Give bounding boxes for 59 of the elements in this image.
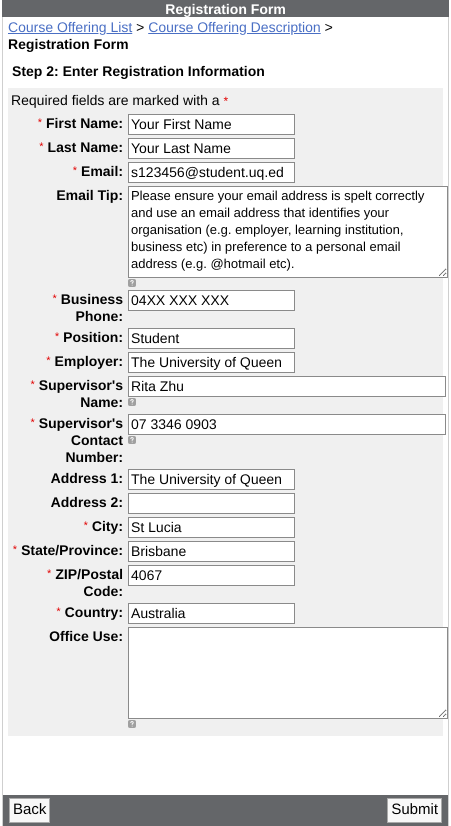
text-area[interactable]: Please ensure your email address is spelt correctly and use an email address that identifies your organisation (e.g. employer, learning institution, business etc) in preference to a personal email address (e.g. @hotmail etc).: [128, 186, 448, 278]
text-field[interactable]: The University of Queen: [128, 469, 295, 490]
breadcrumb-current: Registration Form: [8, 36, 129, 52]
text-field[interactable]: 4067: [128, 565, 295, 586]
field-label: Position:: [63, 329, 123, 345]
field-label: Email:: [80, 163, 123, 179]
breadcrumb-link[interactable]: Course Offering List: [8, 19, 132, 35]
required-marker: *: [52, 293, 57, 305]
field-label: Employer:: [54, 353, 123, 369]
text-field[interactable]: Your First Name: [128, 114, 295, 135]
text-field[interactable]: 04XX XXX XXX: [128, 290, 295, 311]
field-label: ZIP/Postal Code:: [55, 566, 123, 599]
field-label: Country:: [64, 604, 123, 620]
required-marker: *: [47, 568, 52, 580]
required-marker: *: [72, 165, 77, 177]
text-field[interactable]: Your Last Name: [128, 138, 295, 159]
help-icon[interactable]: [128, 720, 136, 728]
breadcrumb-separator: >: [324, 19, 333, 35]
help-icon[interactable]: [128, 279, 136, 287]
step-title: Step 2: Enter Registration Information: [11, 62, 266, 81]
help-icon[interactable]: [128, 436, 136, 444]
field-label: Business Phone:: [60, 291, 123, 324]
text-field[interactable]: Rita Zhu: [128, 376, 446, 397]
required-marker: *: [30, 379, 35, 391]
required-marker: *: [223, 94, 228, 108]
text-field[interactable]: s123456@student.uq.ed: [128, 162, 295, 183]
text-field[interactable]: Student: [128, 328, 295, 349]
required-marker: *: [30, 417, 35, 429]
required-marker: *: [84, 520, 88, 532]
text-field[interactable]: The University of Queen: [128, 352, 295, 373]
field-label: Email Tip:: [56, 187, 123, 203]
page-title: Registration Form: [165, 2, 286, 16]
field-label: City:: [92, 518, 123, 534]
field-label: Supervisor's Contact Number:: [38, 415, 123, 465]
text-field[interactable]: 07 3346 0903: [128, 414, 446, 435]
required-marker: *: [54, 331, 60, 343]
required-marker: *: [12, 544, 18, 556]
field-label: Address 2:: [50, 494, 123, 510]
text-field[interactable]: Australia: [128, 603, 295, 624]
text-area[interactable]: [128, 627, 448, 719]
field-label: Last Name:: [48, 139, 123, 155]
field-label: First Name:: [46, 115, 123, 131]
required-marker: *: [39, 141, 44, 153]
breadcrumb-link[interactable]: Course Offering Description: [148, 19, 321, 35]
back-button[interactable]: Back: [9, 798, 50, 823]
text-field[interactable]: [128, 493, 295, 514]
breadcrumb-separator: >: [136, 19, 144, 35]
text-field[interactable]: Brisbane: [128, 541, 295, 562]
required-note: Required fields are marked with a: [11, 92, 221, 108]
required-marker: *: [46, 355, 51, 367]
submit-button[interactable]: Submit: [387, 798, 442, 823]
field-label: State/Province:: [21, 542, 123, 558]
field-label: Office Use:: [49, 628, 123, 644]
required-marker: *: [38, 117, 42, 129]
required-marker: *: [56, 606, 61, 618]
help-icon[interactable]: [128, 398, 136, 406]
field-label: Address 1:: [50, 470, 123, 486]
text-field[interactable]: St Lucia: [128, 517, 295, 538]
field-label: Supervisor's Name:: [38, 377, 123, 410]
